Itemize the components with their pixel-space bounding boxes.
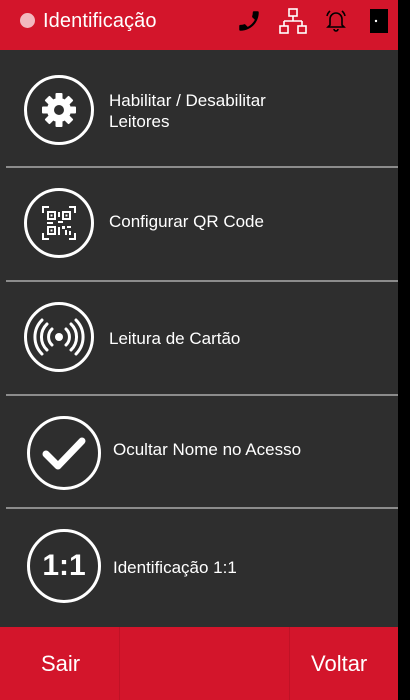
- bell-icon[interactable]: [324, 8, 348, 39]
- menu-item-identification-1-1[interactable]: 1:1 Identificação 1:1: [0, 509, 398, 627]
- exit-button[interactable]: Sair: [0, 627, 120, 700]
- menu-item-label: Habilitar / Desabilitar Leitores: [109, 90, 266, 132]
- phone-icon[interactable]: [236, 8, 262, 39]
- gear-icon: [24, 75, 94, 145]
- qr-code-icon: [24, 188, 94, 258]
- menu-item-label: Configurar QR Code: [109, 212, 264, 231]
- status-indicator: [20, 13, 35, 28]
- door-icon[interactable]: [369, 8, 389, 39]
- menu-item-readers[interactable]: Habilitar / Desabilitar Leitores: [0, 50, 398, 166]
- footer-separator: [119, 627, 120, 700]
- page-title: Identificação: [43, 10, 157, 32]
- menu-item-label-line2: Leitores: [109, 112, 170, 131]
- menu-item-label: Identificação 1:1: [113, 558, 237, 577]
- footer-bar: Sair Voltar: [0, 627, 398, 700]
- back-button[interactable]: Voltar: [290, 627, 398, 700]
- one-to-one-icon: 1:1: [27, 529, 101, 603]
- menu-item-label: Ocultar Nome no Acesso: [113, 440, 302, 459]
- network-icon[interactable]: [279, 8, 307, 43]
- rfid-signal-icon: [24, 302, 94, 372]
- app-frame: Identificação Habilitar / Desabilitar Le…: [0, 0, 398, 700]
- menu-item-qr-code[interactable]: Configurar QR Code: [0, 168, 398, 281]
- checkmark-icon: [27, 416, 101, 490]
- one-to-one-icon-text: 1:1: [42, 549, 86, 582]
- menu-item-label-line1: Habilitar / Desabilitar: [109, 91, 266, 110]
- menu-item-label: Leitura de Cartão: [109, 329, 241, 348]
- header-bar: Identificação: [0, 0, 398, 50]
- menu-item-hide-name[interactable]: Ocultar Nome no Acesso: [0, 396, 398, 508]
- menu-item-card-reading[interactable]: Leitura de Cartão: [0, 282, 398, 395]
